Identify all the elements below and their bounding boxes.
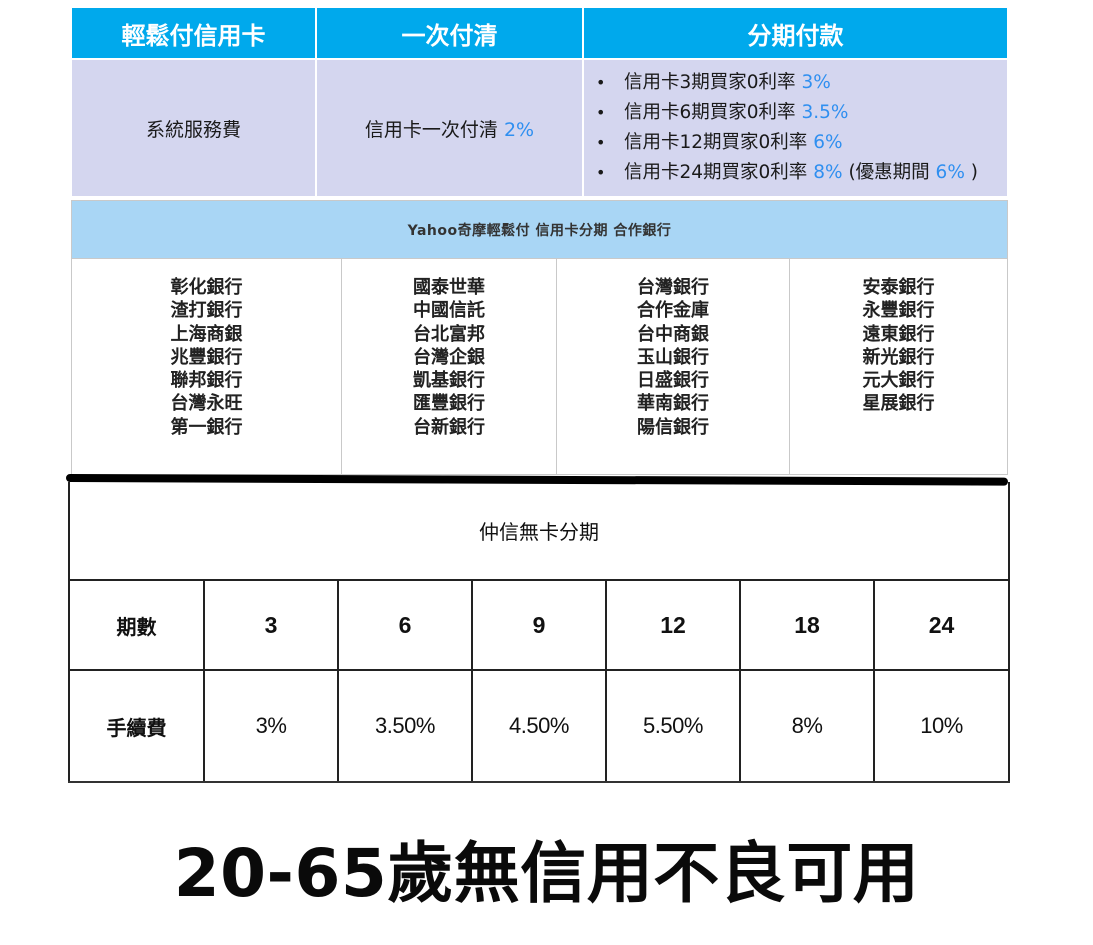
- installment-item-6: 信用卡6期買家0利率 3.5%: [592, 98, 1007, 128]
- header-one-time-payment: 一次付清: [315, 6, 584, 60]
- bank-name: 華南銀行: [637, 393, 709, 415]
- fee-value: 10%: [872, 669, 1011, 783]
- bank-name: 凱基銀行: [413, 370, 485, 392]
- bank-name: 永豐銀行: [862, 300, 935, 322]
- bank-column-4: 安泰銀行 永豐銀行 遠東銀行 新光銀行 元大銀行 星展銀行: [788, 258, 1009, 475]
- header-easy-pay-credit-card: 輕鬆付信用卡: [70, 6, 317, 60]
- period-value: 3: [203, 579, 339, 671]
- period-row: 期數 3 6 9 12 18 24: [68, 579, 1011, 671]
- fee-label: 手續費: [68, 669, 205, 783]
- installment-fee-list: 信用卡3期買家0利率 3% 信用卡6期買家0利率 3.5% 信用卡12期買家0利…: [592, 68, 1007, 188]
- bank-name: 台北富邦: [413, 323, 485, 345]
- bank-name: 兆豐銀行: [170, 346, 243, 368]
- installment-item-rate: 8%: [813, 162, 843, 183]
- bank-name: 上海商銀: [170, 323, 243, 345]
- installment-item-label: 信用卡24期買家0利率: [624, 162, 808, 183]
- bank-name: 日盛銀行: [637, 370, 709, 392]
- bank-name: 匯豐銀行: [413, 393, 485, 415]
- bank-name: 中國信託: [413, 300, 485, 322]
- installment-item-rate: 6%: [813, 132, 843, 153]
- payment-fee-table: 輕鬆付信用卡 一次付清 分期付款 系統服務費 信用卡一次付清 2% 信用卡3期買…: [70, 6, 1009, 198]
- installment-item-label: 信用卡12期買家0利率: [624, 132, 808, 153]
- installment-fee-cell: 信用卡3期買家0利率 3% 信用卡6期買家0利率 3.5% 信用卡12期買家0利…: [582, 58, 1009, 198]
- installment-item-rate: 3%: [801, 72, 831, 93]
- bank-name: 台灣企銀: [413, 346, 485, 368]
- bank-name: 新光銀行: [862, 346, 935, 368]
- bank-name: 合作金庫: [637, 300, 709, 322]
- installment-item-12: 信用卡12期買家0利率 6%: [592, 128, 1007, 158]
- one-time-fee-cell: 信用卡一次付清 2%: [315, 58, 584, 198]
- period-value: 18: [739, 579, 875, 671]
- fee-value: 5.50%: [605, 669, 741, 783]
- bank-column-3: 台灣銀行 合作金庫 台中商銀 玉山銀行 日盛銀行 華南銀行 陽信銀行: [556, 258, 790, 475]
- bank-name: 陽信銀行: [637, 416, 709, 438]
- period-value: 12: [605, 579, 741, 671]
- fee-table-body-row: 系統服務費 信用卡一次付清 2% 信用卡3期買家0利率 3% 信用卡6期買家0利…: [70, 58, 1009, 198]
- cardless-installment-title: 仲信無卡分期: [67, 482, 1011, 581]
- promo-note-prefix: (優惠期間: [842, 162, 936, 183]
- period-value: 24: [872, 579, 1011, 671]
- bank-name: 聯邦銀行: [170, 370, 243, 392]
- bank-name: 台灣永旺: [170, 393, 243, 415]
- bank-table-header-row: Yahoo奇摩輕鬆付 信用卡分期 合作銀行: [70, 200, 1009, 259]
- bank-name: 渣打銀行: [170, 300, 243, 322]
- installment-item-label: 信用卡6期買家0利率: [624, 102, 796, 123]
- promo-note-rate: 6%: [935, 162, 965, 183]
- cardless-installment-table: 仲信無卡分期 期數 3 6 9 12 18 24 手續費 3% 3.50% 4.…: [67, 482, 1011, 783]
- bank-column-1: 彰化銀行 渣打銀行 上海商銀 兆豐銀行 聯邦銀行 台灣永旺 第一銀行: [71, 258, 342, 475]
- fee-row: 手續費 3% 3.50% 4.50% 5.50% 8% 10%: [68, 669, 1011, 783]
- cardless-title-row: 仲信無卡分期: [67, 482, 1011, 581]
- bank-name: 台新銀行: [413, 416, 485, 438]
- period-value: 6: [337, 579, 473, 671]
- period-value: 9: [471, 579, 607, 671]
- installment-item-3: 信用卡3期買家0利率 3%: [592, 68, 1007, 98]
- bank-column-2: 國泰世華 中國信託 台北富邦 台灣企銀 凱基銀行 匯豐銀行 台新銀行: [341, 258, 557, 475]
- header-installment-payment: 分期付款: [582, 6, 1009, 60]
- bank-list-row: 彰化銀行 渣打銀行 上海商銀 兆豐銀行 聯邦銀行 台灣永旺 第一銀行 國泰世華 …: [71, 258, 1009, 475]
- fee-table-header-row: 輕鬆付信用卡 一次付清 分期付款: [70, 6, 1009, 60]
- bank-name: 遠東銀行: [862, 323, 935, 345]
- eligibility-banner: 20-65歲無信用不良可用: [173, 835, 920, 912]
- bank-name: 第一銀行: [170, 416, 243, 438]
- fee-value: 4.50%: [471, 669, 607, 783]
- period-label: 期數: [68, 579, 205, 671]
- bank-name: 星展銀行: [862, 393, 935, 415]
- service-fee-label: 系統服務費: [70, 58, 317, 198]
- one-time-fee-rate: 2%: [503, 118, 535, 141]
- promo-note-suffix: ): [964, 162, 979, 183]
- bank-name: 台中商銀: [637, 323, 709, 345]
- bank-name: 彰化銀行: [170, 277, 243, 298]
- bank-name: 國泰世華: [413, 277, 485, 298]
- bank-name: 台灣銀行: [637, 277, 709, 298]
- installment-item-rate: 3.5%: [801, 102, 849, 123]
- bank-name: 安泰銀行: [862, 277, 935, 298]
- fee-value: 3.50%: [337, 669, 473, 783]
- partner-bank-table: Yahoo奇摩輕鬆付 信用卡分期 合作銀行 彰化銀行 渣打銀行 上海商銀 兆豐銀…: [70, 200, 1009, 475]
- fee-value: 3%: [203, 669, 339, 783]
- bank-name: 玉山銀行: [637, 346, 709, 368]
- one-time-fee-label: 信用卡一次付清: [364, 118, 498, 141]
- installment-item-label: 信用卡3期買家0利率: [624, 72, 796, 93]
- installment-item-24: 信用卡24期買家0利率 8% (優惠期間 6% ): [592, 158, 1007, 188]
- partner-bank-header: Yahoo奇摩輕鬆付 信用卡分期 合作銀行: [70, 200, 1009, 259]
- fee-value: 8%: [739, 669, 875, 783]
- bank-name: 元大銀行: [862, 370, 935, 392]
